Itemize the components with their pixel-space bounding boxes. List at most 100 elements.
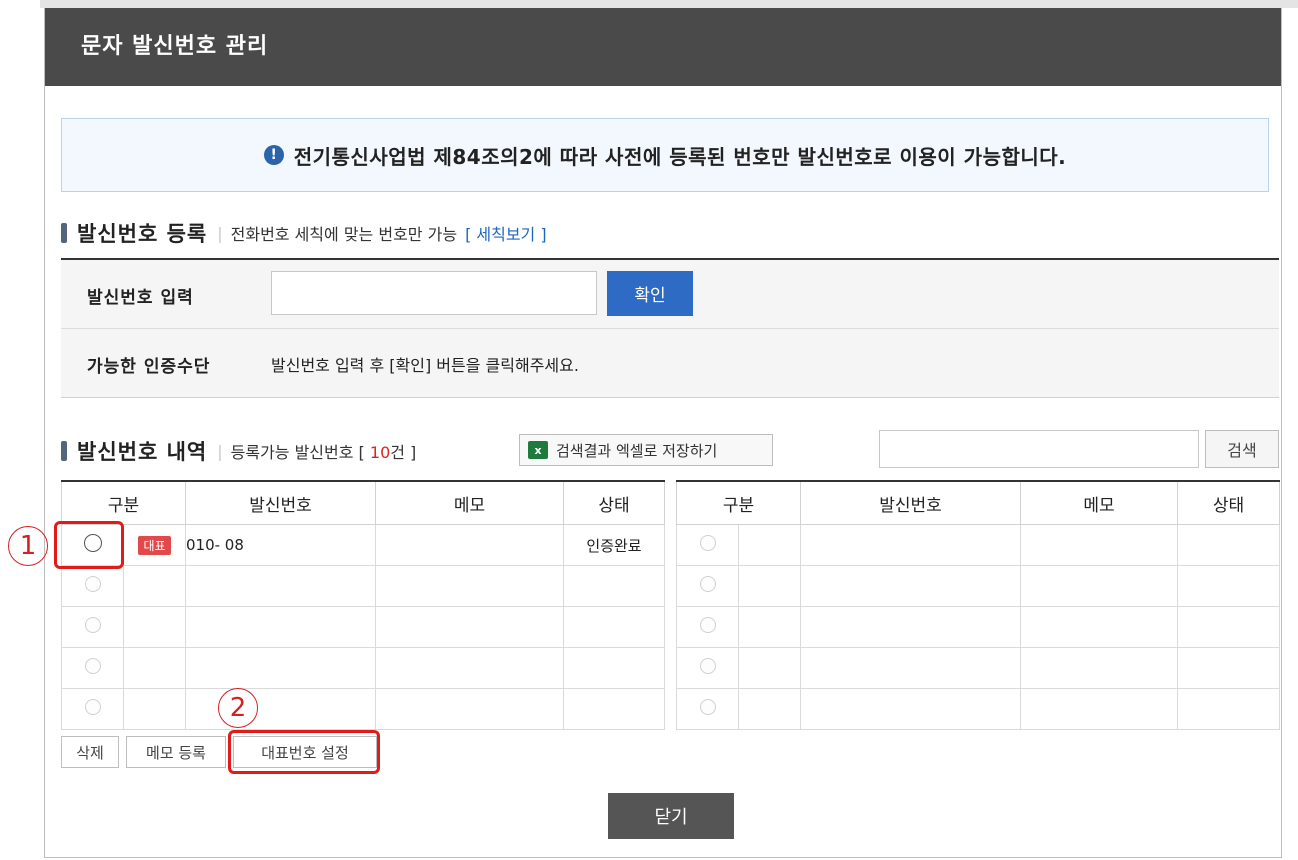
memo-register-button[interactable]: 메모 등록 [126,736,226,768]
table-row [61,688,665,730]
history-title: 발신번호 내역 [77,440,208,464]
status-cell [563,606,665,648]
status-cell [1177,688,1280,730]
row-radio [84,576,101,592]
status-cell [1177,524,1280,566]
number-cell [185,565,376,607]
register-subtitle: 전화번호 세칙에 맞는 번호만 가능 [230,225,458,244]
search-button[interactable]: 검색 [1205,430,1279,468]
status-cell [1177,647,1280,689]
history-section-header: 발신번호 내역 | 등록가능 발신번호 [ 10건 ] [61,436,416,466]
status-cell [563,688,665,730]
row-radio [699,617,716,633]
table-row [61,606,665,648]
row-radio [84,617,101,633]
number-cell [185,606,376,648]
status-cell: 인증완료 [563,524,665,566]
auth-row: 가능한 인증수단 발신번호 입력 후 [확인] 버튼을 클릭해주세요. [61,328,1279,398]
header-type: 구분 [61,480,186,525]
notice-banner: ! 전기통신사업법 제84조의2에 따라 사전에 등록된 번호만 발신번호로 이… [61,118,1269,192]
input-label: 발신번호 입력 [87,288,194,308]
section-marker [61,223,67,243]
rep-cell [123,647,186,689]
memo-cell [1020,524,1178,566]
registrable-count: 등록가능 발신번호 [ 10건 ] [231,439,417,463]
count-prefix: 등록가능 발신번호 [ [230,443,370,462]
rep-cell [738,647,801,689]
rep-cell [123,688,186,730]
numbers-table-right: 구분 발신번호 메모 상태 [676,480,1280,730]
separator: | [217,441,223,461]
top-divider [40,0,1298,8]
callout-1-number: 1 [8,526,48,566]
search-input[interactable] [879,430,1199,468]
header-number: 발신번호 [185,480,376,525]
number-cell [185,688,376,730]
rep-cell [738,688,801,730]
table-row [676,606,1280,648]
section-marker [61,441,67,461]
auth-description: 발신번호 입력 후 [확인] 버튼을 클릭해주세요. [271,356,579,375]
rep-cell [738,565,801,607]
input-row: 발신번호 입력 확인 [61,260,1279,329]
row-select-cell [676,647,739,689]
header-status: 상태 [1177,480,1280,525]
rep-cell [123,606,186,648]
rep-cell [738,606,801,648]
row-select-cell [61,606,124,648]
row-select-cell [61,565,124,607]
callout-2-number: 2 [218,688,258,728]
status-cell [563,565,665,607]
table-row [61,647,665,689]
number-cell [800,647,1021,689]
status-cell [563,647,665,689]
callout-1-highlight [54,521,124,569]
row-select-cell [61,688,124,730]
memo-cell [1020,647,1178,689]
row-radio [699,658,716,674]
row-radio [699,576,716,592]
excel-export-button[interactable]: x 검색결과 엑셀로 저장하기 [519,434,773,466]
number-cell [800,524,1021,566]
memo-cell [375,647,564,689]
phone-number-input[interactable] [271,271,597,315]
table-row [61,565,665,607]
number-cell [800,688,1021,730]
row-select-cell [676,565,739,607]
info-icon: ! [263,145,284,165]
header-type: 구분 [676,480,801,525]
header-status: 상태 [563,480,665,525]
representative-badge: 대표 [138,535,171,555]
memo-cell [375,565,564,607]
row-radio [84,658,101,674]
memo-cell [375,524,564,566]
rules-link[interactable]: [ 세칙보기 ] [465,221,547,245]
confirm-button[interactable]: 확인 [607,271,693,316]
status-cell [1177,606,1280,648]
number-cell: 010- 08 [185,524,376,566]
excel-icon: x [528,441,548,459]
table-row[interactable]: 대표 010- 08 인증완료 [61,524,665,566]
header-number: 발신번호 [800,480,1021,525]
excel-export-label: 검색결과 엑셀로 저장하기 [556,441,718,460]
delete-button[interactable]: 삭제 [61,736,119,768]
row-radio [84,699,101,715]
row-select-cell [676,606,739,648]
rep-cell: 대표 [123,524,186,566]
callout-2-highlight [228,730,380,774]
header-memo: 메모 [375,480,564,525]
row-radio [699,699,716,715]
memo-cell [375,688,564,730]
notice-text: 전기통신사업법 제84조의2에 따라 사전에 등록된 번호만 발신번호로 이용이… [293,144,1067,169]
separator: | [217,223,223,243]
table-row [676,565,1280,607]
count-value: 10 [369,443,391,462]
table-row [676,524,1280,566]
rep-cell [123,565,186,607]
close-button[interactable]: 닫기 [608,793,734,839]
title-bar: 문자 발신번호 관리 [45,8,1281,86]
count-suffix: 건 ] [390,443,417,462]
memo-cell [1020,606,1178,648]
table-header-row: 구분 발신번호 메모 상태 [676,480,1280,525]
register-section-header: 발신번호 등록 | 전화번호 세칙에 맞는 번호만 가능 [ 세칙보기 ] [61,218,547,248]
